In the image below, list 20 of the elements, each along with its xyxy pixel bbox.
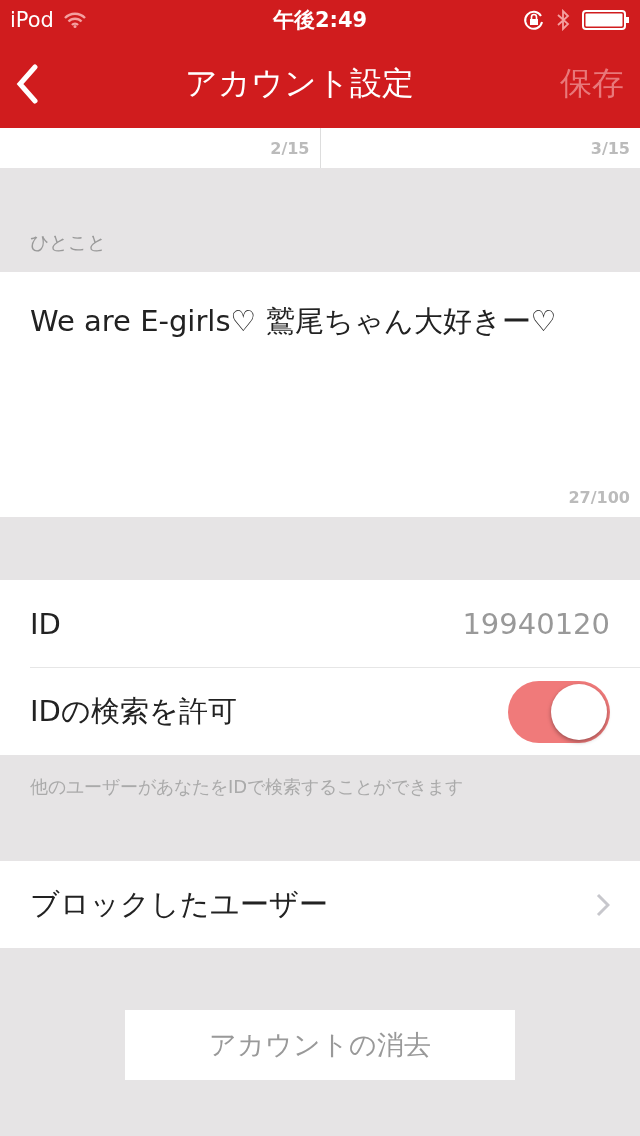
id-value: 19940120: [462, 606, 610, 641]
battery-icon: [582, 10, 630, 30]
bio-field[interactable]: We are E-girls♡ 鷲尾ちゃん大好きー♡ 27/100: [0, 272, 640, 517]
toggle-switch[interactable]: [508, 680, 610, 743]
character-counter: 2/15: [270, 139, 310, 158]
carrier-name: iPod: [10, 8, 54, 32]
back-button[interactable]: [16, 64, 38, 104]
id-label: ID: [30, 606, 62, 641]
nav-title: アカウント設定: [183, 63, 415, 104]
setting-label: IDの検索を許可: [30, 692, 238, 730]
chevron-icon: [596, 892, 610, 917]
hint-text: 他のユーザーがあなたをIDで検索することができます: [30, 776, 464, 797]
character-counter: 3/15: [590, 139, 630, 158]
wifi-icon: [63, 12, 86, 28]
blocked-users-row[interactable]: ブロックしたユーザー: [0, 861, 640, 948]
section-label: ひとこと: [30, 230, 106, 255]
character-counter: 27/100: [568, 488, 630, 507]
status-time: 午後2:49: [272, 7, 368, 34]
bluetooth-icon: [557, 9, 570, 31]
rotation-lock-icon: [523, 9, 545, 31]
